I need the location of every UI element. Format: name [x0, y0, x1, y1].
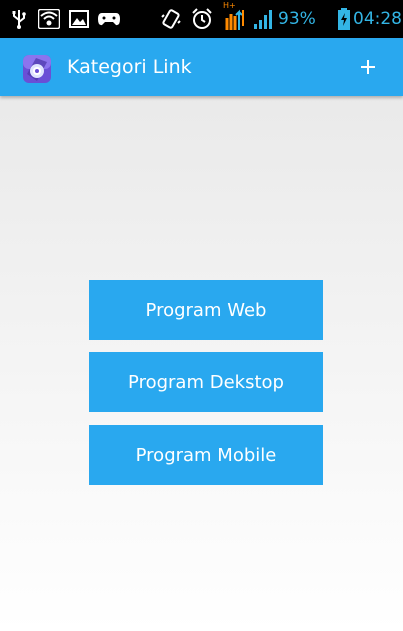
status-bar: H+ 93% 04:28 — [0, 0, 403, 38]
image-icon — [67, 0, 91, 38]
plus-icon — [361, 60, 375, 74]
signal-icon — [250, 0, 276, 38]
add-button[interactable] — [333, 38, 403, 96]
battery-icon — [336, 0, 352, 38]
alarm-icon — [189, 0, 215, 38]
program-web-button[interactable]: Program Web — [89, 280, 323, 340]
wifi-icon — [37, 0, 61, 38]
program-dekstop-button[interactable]: Program Dekstop — [89, 352, 323, 412]
gamepad-icon — [96, 0, 122, 38]
vibrate-icon — [158, 0, 184, 38]
battery-percent: 93% — [278, 9, 316, 29]
status-time: 04:28 — [353, 9, 402, 29]
usb-icon — [8, 0, 30, 38]
screen: H+ 93% 04:28 Kategori Link Program Web P… — [0, 0, 403, 631]
app-logo-icon[interactable] — [22, 54, 52, 84]
network-hplus-icon: H+ — [220, 0, 248, 38]
program-mobile-button[interactable]: Program Mobile — [89, 425, 323, 485]
action-bar: Kategori Link — [0, 38, 403, 96]
network-label: H+ — [223, 1, 236, 10]
page-title: Kategori Link — [67, 56, 192, 78]
